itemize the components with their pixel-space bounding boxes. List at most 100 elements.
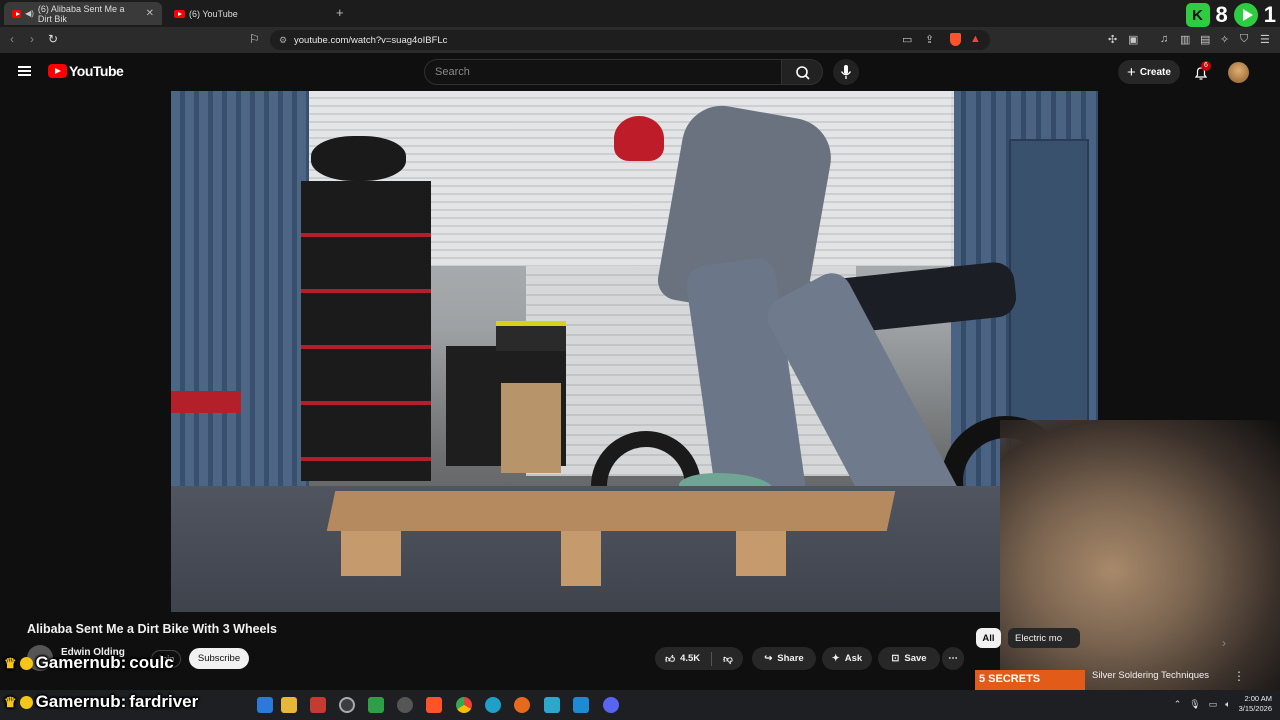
youtube-favicon-icon	[12, 9, 22, 18]
search-button[interactable]	[781, 59, 823, 85]
microphone-tray-icon[interactable]: 🎙︎	[1189, 699, 1200, 710]
share-button[interactable]: ↪ Share	[752, 647, 816, 670]
cardboard-box	[501, 383, 561, 473]
voice-search-button[interactable]	[833, 59, 859, 85]
media-icon[interactable]: ♫	[1160, 33, 1168, 45]
like-count[interactable]: 4.5K	[680, 653, 700, 664]
share-page-icon[interactable]: ⇪	[925, 33, 934, 46]
tab-active-video[interactable]: ◀) (6) Alibaba Sent Me a Dirt Bik ✕	[4, 2, 162, 25]
vscode-icon[interactable]	[573, 697, 589, 713]
leo-icon[interactable]: ✧	[1220, 33, 1229, 46]
ask-label: Ask	[844, 653, 863, 664]
bookmark-icon[interactable]: ⚐	[249, 32, 260, 46]
search-placeholder: Search	[435, 66, 470, 78]
new-tab-button[interactable]: +	[336, 5, 344, 20]
extensions-icon[interactable]: ✣	[1108, 33, 1117, 46]
bookmark-save-icon: ⊡	[891, 653, 900, 664]
volume-icon[interactable]: 🔈︎	[1225, 699, 1230, 710]
system-clock[interactable]: 2:00 AM 3/15/2026	[1239, 694, 1272, 714]
thumbs-down-icon[interactable]: 👎︎	[723, 653, 733, 665]
sidebar-toggle-icon[interactable]: ▥	[1180, 33, 1190, 46]
clock-time: 2:00 AM	[1244, 694, 1272, 703]
search-input[interactable]: Search	[424, 59, 782, 85]
thumbs-up-icon[interactable]: 👍︎	[665, 653, 675, 665]
youtube-play-logo-icon	[48, 64, 67, 78]
kebab-menu-icon[interactable]: ⋮	[1233, 669, 1245, 683]
black-storage-bins	[301, 181, 431, 481]
back-arrow-icon[interactable]: ‹	[10, 32, 14, 46]
address-bar-row: ‹ › ↻ ⚐ ⚙ youtube.com/watch?v=suag4oIBFL…	[0, 27, 1280, 53]
obs-icon[interactable]	[397, 697, 413, 713]
brave-shield-icon[interactable]	[950, 33, 961, 46]
discord-icon[interactable]	[603, 697, 619, 713]
site-info-icon[interactable]: ⚙	[279, 35, 287, 46]
chip-all[interactable]: All	[976, 628, 1001, 648]
save-label: Save	[904, 653, 927, 664]
thumbnail-text: 5 SECRETS	[979, 673, 1041, 685]
firefox-icon[interactable]	[514, 697, 530, 713]
close-tab-icon[interactable]: ✕	[146, 8, 154, 19]
recommended-video-thumbnail[interactable]: 5 SECRETS	[975, 670, 1085, 690]
cast-icon[interactable]: ▭	[902, 33, 912, 46]
stream-overlay-widget: K 8 1	[1185, 0, 1280, 30]
chrome-icon[interactable]	[456, 697, 472, 713]
chip-electric[interactable]: Electric mo	[1008, 628, 1080, 648]
clock-app-icon[interactable]	[339, 697, 355, 713]
ask-button[interactable]: ✦ Ask	[822, 647, 872, 670]
network-icon[interactable]: ▭	[1209, 699, 1218, 710]
chat-username: Gamernub:	[35, 653, 127, 672]
recommended-video-title[interactable]: Silver Soldering Techniques	[1092, 670, 1209, 681]
brave-browser-icon[interactable]	[426, 697, 442, 713]
more-actions-button[interactable]: ⋯	[942, 647, 964, 670]
create-button[interactable]: + Create	[1118, 60, 1180, 84]
storage-box	[496, 321, 566, 351]
youtube-favicon-icon	[174, 9, 185, 18]
screenshot-icon[interactable]: ▣	[1128, 33, 1138, 46]
browser-tab-bar: ◀) (6) Alibaba Sent Me a Dirt Bik ✕ (6) …	[0, 0, 1280, 27]
edge-icon[interactable]	[485, 697, 501, 713]
microphone-icon	[840, 65, 852, 79]
chevron-right-icon[interactable]: ›	[1222, 636, 1226, 650]
wooden-pallet-top	[326, 491, 896, 531]
system-tray: ⌃ 🎙︎ ▭ 🔈︎ 2:00 AM 3/15/2026	[1174, 694, 1272, 714]
crown-icon: ♛	[4, 693, 17, 710]
account-avatar[interactable]	[1228, 62, 1249, 83]
create-label: Create	[1139, 66, 1171, 78]
subscribe-button[interactable]: Subscribe	[189, 648, 249, 669]
speaker-icon: ◀)	[25, 9, 34, 18]
crown-icon: ♛	[4, 654, 17, 671]
file-explorer-icon[interactable]	[281, 697, 297, 713]
chat-username: Gamernub:	[35, 692, 127, 711]
chat-text: coulc	[129, 653, 174, 672]
hamburger-menu-icon[interactable]	[18, 66, 31, 76]
video-player[interactable]	[171, 91, 1098, 612]
notification-badge: 6	[1201, 61, 1211, 71]
like-separator	[711, 651, 713, 666]
overlay-right-number: 1	[1263, 2, 1276, 27]
red-toolbox	[171, 391, 241, 413]
play-circle-icon	[1233, 3, 1258, 27]
wallet-icon[interactable]: ▤	[1200, 33, 1210, 46]
chat-message: ♛ Gamernub: coulc	[4, 653, 174, 673]
youtube-logo[interactable]: YouTube	[48, 63, 124, 79]
sandbox-app-icon[interactable]	[544, 697, 560, 713]
url-field[interactable]: ⚙ youtube.com/watch?v=suag4oIBFLc	[270, 30, 990, 50]
tab-youtube[interactable]: (6) YouTube	[166, 2, 331, 25]
vpn-icon[interactable]: ⛉	[1240, 33, 1248, 46]
tray-expand-icon[interactable]: ⌃	[1174, 699, 1182, 710]
rewards-icon[interactable]: ▲	[970, 33, 981, 45]
share-arrow-icon: ↪	[764, 653, 773, 664]
red-cap	[614, 116, 664, 161]
overlay-left-number: 8	[1215, 2, 1228, 27]
save-button[interactable]: ⊡ Save	[878, 647, 940, 670]
menu-icon[interactable]: ☰	[1260, 33, 1270, 46]
forward-arrow-icon[interactable]: ›	[30, 32, 34, 46]
reload-icon[interactable]: ↻	[48, 32, 58, 46]
vpn-app-icon[interactable]	[368, 697, 384, 713]
like-dislike-group: 👍︎ 4.5K 👎︎	[655, 647, 743, 670]
chat-text: fardriver	[129, 692, 199, 711]
netflix-icon[interactable]	[310, 697, 326, 713]
emote-icon	[19, 695, 33, 709]
remote-desktop-icon[interactable]	[257, 697, 273, 713]
tab-label: (6) Alibaba Sent Me a Dirt Bik	[37, 3, 125, 24]
